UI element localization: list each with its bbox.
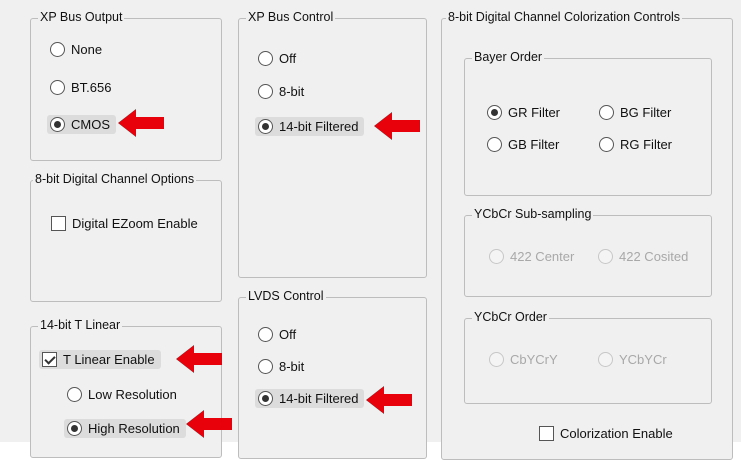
radio-bg-filter[interactable]: BG Filter: [599, 105, 671, 120]
xp-radio-8bit[interactable]: 8-bit: [258, 84, 304, 99]
annotation-arrow-lvds-14bit: [366, 386, 412, 414]
colorization-enable-checkbox[interactable]: Colorization Enable: [539, 426, 673, 441]
radio-cmos-label: CMOS: [71, 117, 110, 132]
annotation-arrow-cmos: [118, 109, 164, 137]
t-linear-title: 14-bit T Linear: [38, 318, 123, 332]
radio-422-cosited-circle[interactable]: [598, 249, 613, 264]
xp-radio-off-label: Off: [279, 51, 297, 66]
radio-cbycry-label: CbYCrY: [510, 352, 558, 367]
radio-422-center[interactable]: 422 Center: [489, 249, 574, 264]
radio-422-cosited-label: 422 Cosited: [619, 249, 689, 264]
lvds-radio-14bit-filtered-circle[interactable]: [258, 391, 273, 406]
ycbcr-subsampling-title: YCbCr Sub-sampling: [472, 207, 594, 221]
colorization-enable-label: Colorization Enable: [560, 426, 673, 441]
radio-bt656-label: BT.656: [71, 80, 112, 95]
xp-bus-control-group: XP Bus Control Off 8-bit 14-bit Filtered: [238, 10, 427, 278]
radio-ycbycr-label: YCbYCr: [619, 352, 667, 367]
radio-gb-filter[interactable]: GB Filter: [487, 137, 559, 152]
lvds-radio-off-circle[interactable]: [258, 327, 273, 342]
radio-422-center-circle[interactable]: [489, 249, 504, 264]
radio-gb-filter-label: GB Filter: [508, 137, 560, 152]
colorization-controls-group: 8-bit Digital Channel Colorization Contr…: [441, 10, 733, 460]
lvds-radio-14bit-filtered-label: 14-bit Filtered: [279, 391, 359, 406]
radio-none-label: None: [71, 42, 103, 57]
xp-radio-off-circle[interactable]: [258, 51, 273, 66]
radio-cmos[interactable]: CMOS: [47, 115, 116, 134]
lvds-control-group: LVDS Control Off 8-bit 14-bit Filtered: [238, 289, 427, 459]
colorization-enable-box[interactable]: [539, 426, 554, 441]
radio-none[interactable]: None: [50, 42, 102, 57]
bayer-order-group: Bayer Order GR Filter BG Filter GB Filte…: [464, 50, 712, 196]
xp-radio-14bit-filtered[interactable]: 14-bit Filtered: [255, 117, 365, 136]
digital-channel-options-group: 8-bit Digital Channel Options Digital EZ…: [30, 172, 222, 302]
radio-ycbycr-circle[interactable]: [598, 352, 613, 367]
xp-bus-output-title: XP Bus Output: [38, 10, 125, 24]
xp-bus-output-group: XP Bus Output None BT.656 CMOS: [30, 10, 222, 161]
xp-radio-8bit-circle[interactable]: [258, 84, 273, 99]
lvds-radio-off-label: Off: [279, 327, 297, 342]
radio-low-resolution-label: Low Resolution: [88, 387, 177, 402]
radio-low-resolution[interactable]: Low Resolution: [67, 387, 177, 402]
annotation-arrow-t-linear-enable: [176, 345, 222, 373]
radio-rg-filter-label: RG Filter: [620, 137, 672, 152]
xp-bus-control-title: XP Bus Control: [246, 10, 336, 24]
radio-cmos-circle[interactable]: [50, 117, 65, 132]
digital-channel-options-title: 8-bit Digital Channel Options: [33, 172, 197, 186]
radio-rg-filter[interactable]: RG Filter: [599, 137, 672, 152]
t-linear-enable-label: T Linear Enable: [63, 352, 155, 367]
colorization-controls-title: 8-bit Digital Channel Colorization Contr…: [446, 10, 683, 24]
radio-high-resolution[interactable]: High Resolution: [64, 419, 186, 438]
radio-cbycry-circle[interactable]: [489, 352, 504, 367]
ycbcr-order-group: YCbCr Order CbYCrY YCbYCr: [464, 310, 712, 404]
radio-rg-filter-circle[interactable]: [599, 137, 614, 152]
radio-ycbycr[interactable]: YCbYCr: [598, 352, 667, 367]
bayer-order-title: Bayer Order: [472, 50, 545, 64]
radio-none-circle[interactable]: [50, 42, 65, 57]
digital-ezoom-checkbox[interactable]: Digital EZoom Enable: [51, 216, 198, 231]
xp-radio-8bit-label: 8-bit: [279, 84, 305, 99]
xp-radio-off[interactable]: Off: [258, 51, 296, 66]
radio-bg-filter-circle[interactable]: [599, 105, 614, 120]
xp-radio-14bit-filtered-circle[interactable]: [258, 119, 273, 134]
digital-ezoom-label: Digital EZoom Enable: [72, 216, 198, 231]
radio-bt656[interactable]: BT.656: [50, 80, 111, 95]
ycbcr-order-title: YCbCr Order: [472, 310, 549, 324]
radio-gr-filter-circle[interactable]: [487, 105, 502, 120]
lvds-radio-8bit-label: 8-bit: [279, 359, 305, 374]
radio-high-resolution-circle[interactable]: [67, 421, 82, 436]
lvds-radio-14bit-filtered[interactable]: 14-bit Filtered: [255, 389, 365, 408]
digital-ezoom-box[interactable]: [51, 216, 66, 231]
lvds-radio-off[interactable]: Off: [258, 327, 296, 342]
lvds-radio-8bit-circle[interactable]: [258, 359, 273, 374]
t-linear-enable-box[interactable]: [42, 352, 57, 367]
lvds-radio-8bit[interactable]: 8-bit: [258, 359, 304, 374]
radio-low-resolution-circle[interactable]: [67, 387, 82, 402]
radio-gr-filter[interactable]: GR Filter: [487, 105, 560, 120]
ycbcr-subsampling-group: YCbCr Sub-sampling 422 Center 422 Cosite…: [464, 207, 712, 297]
annotation-arrow-xp-14bit: [374, 112, 420, 140]
t-linear-enable-checkbox[interactable]: T Linear Enable: [39, 350, 161, 369]
radio-gb-filter-circle[interactable]: [487, 137, 502, 152]
radio-high-resolution-label: High Resolution: [88, 421, 180, 436]
radio-422-cosited[interactable]: 422 Cosited: [598, 249, 688, 264]
radio-cbycry[interactable]: CbYCrY: [489, 352, 558, 367]
radio-gr-filter-label: GR Filter: [508, 105, 560, 120]
radio-bt656-circle[interactable]: [50, 80, 65, 95]
radio-422-center-label: 422 Center: [510, 249, 575, 264]
annotation-arrow-high-resolution: [186, 410, 232, 438]
radio-bg-filter-label: BG Filter: [620, 105, 672, 120]
xp-radio-14bit-filtered-label: 14-bit Filtered: [279, 119, 359, 134]
lvds-control-title: LVDS Control: [246, 289, 326, 303]
